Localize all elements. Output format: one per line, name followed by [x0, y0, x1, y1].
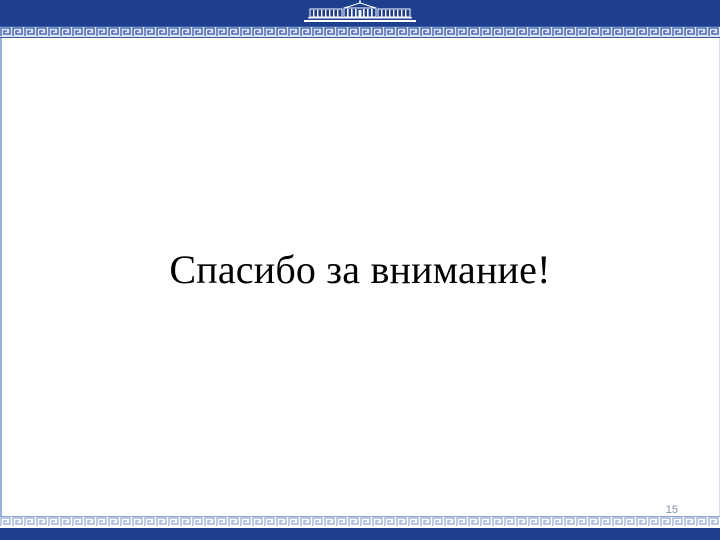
header-ornament-border — [0, 26, 720, 38]
footer-band — [0, 528, 720, 540]
header-band — [0, 0, 720, 26]
slide: Спасибо за внимание! 15 — [0, 0, 720, 540]
page-number: 15 — [665, 504, 678, 516]
government-building-icon — [304, 0, 416, 22]
footer-ornament-border — [0, 516, 720, 528]
slide-title: Спасибо за внимание! — [169, 247, 551, 292]
